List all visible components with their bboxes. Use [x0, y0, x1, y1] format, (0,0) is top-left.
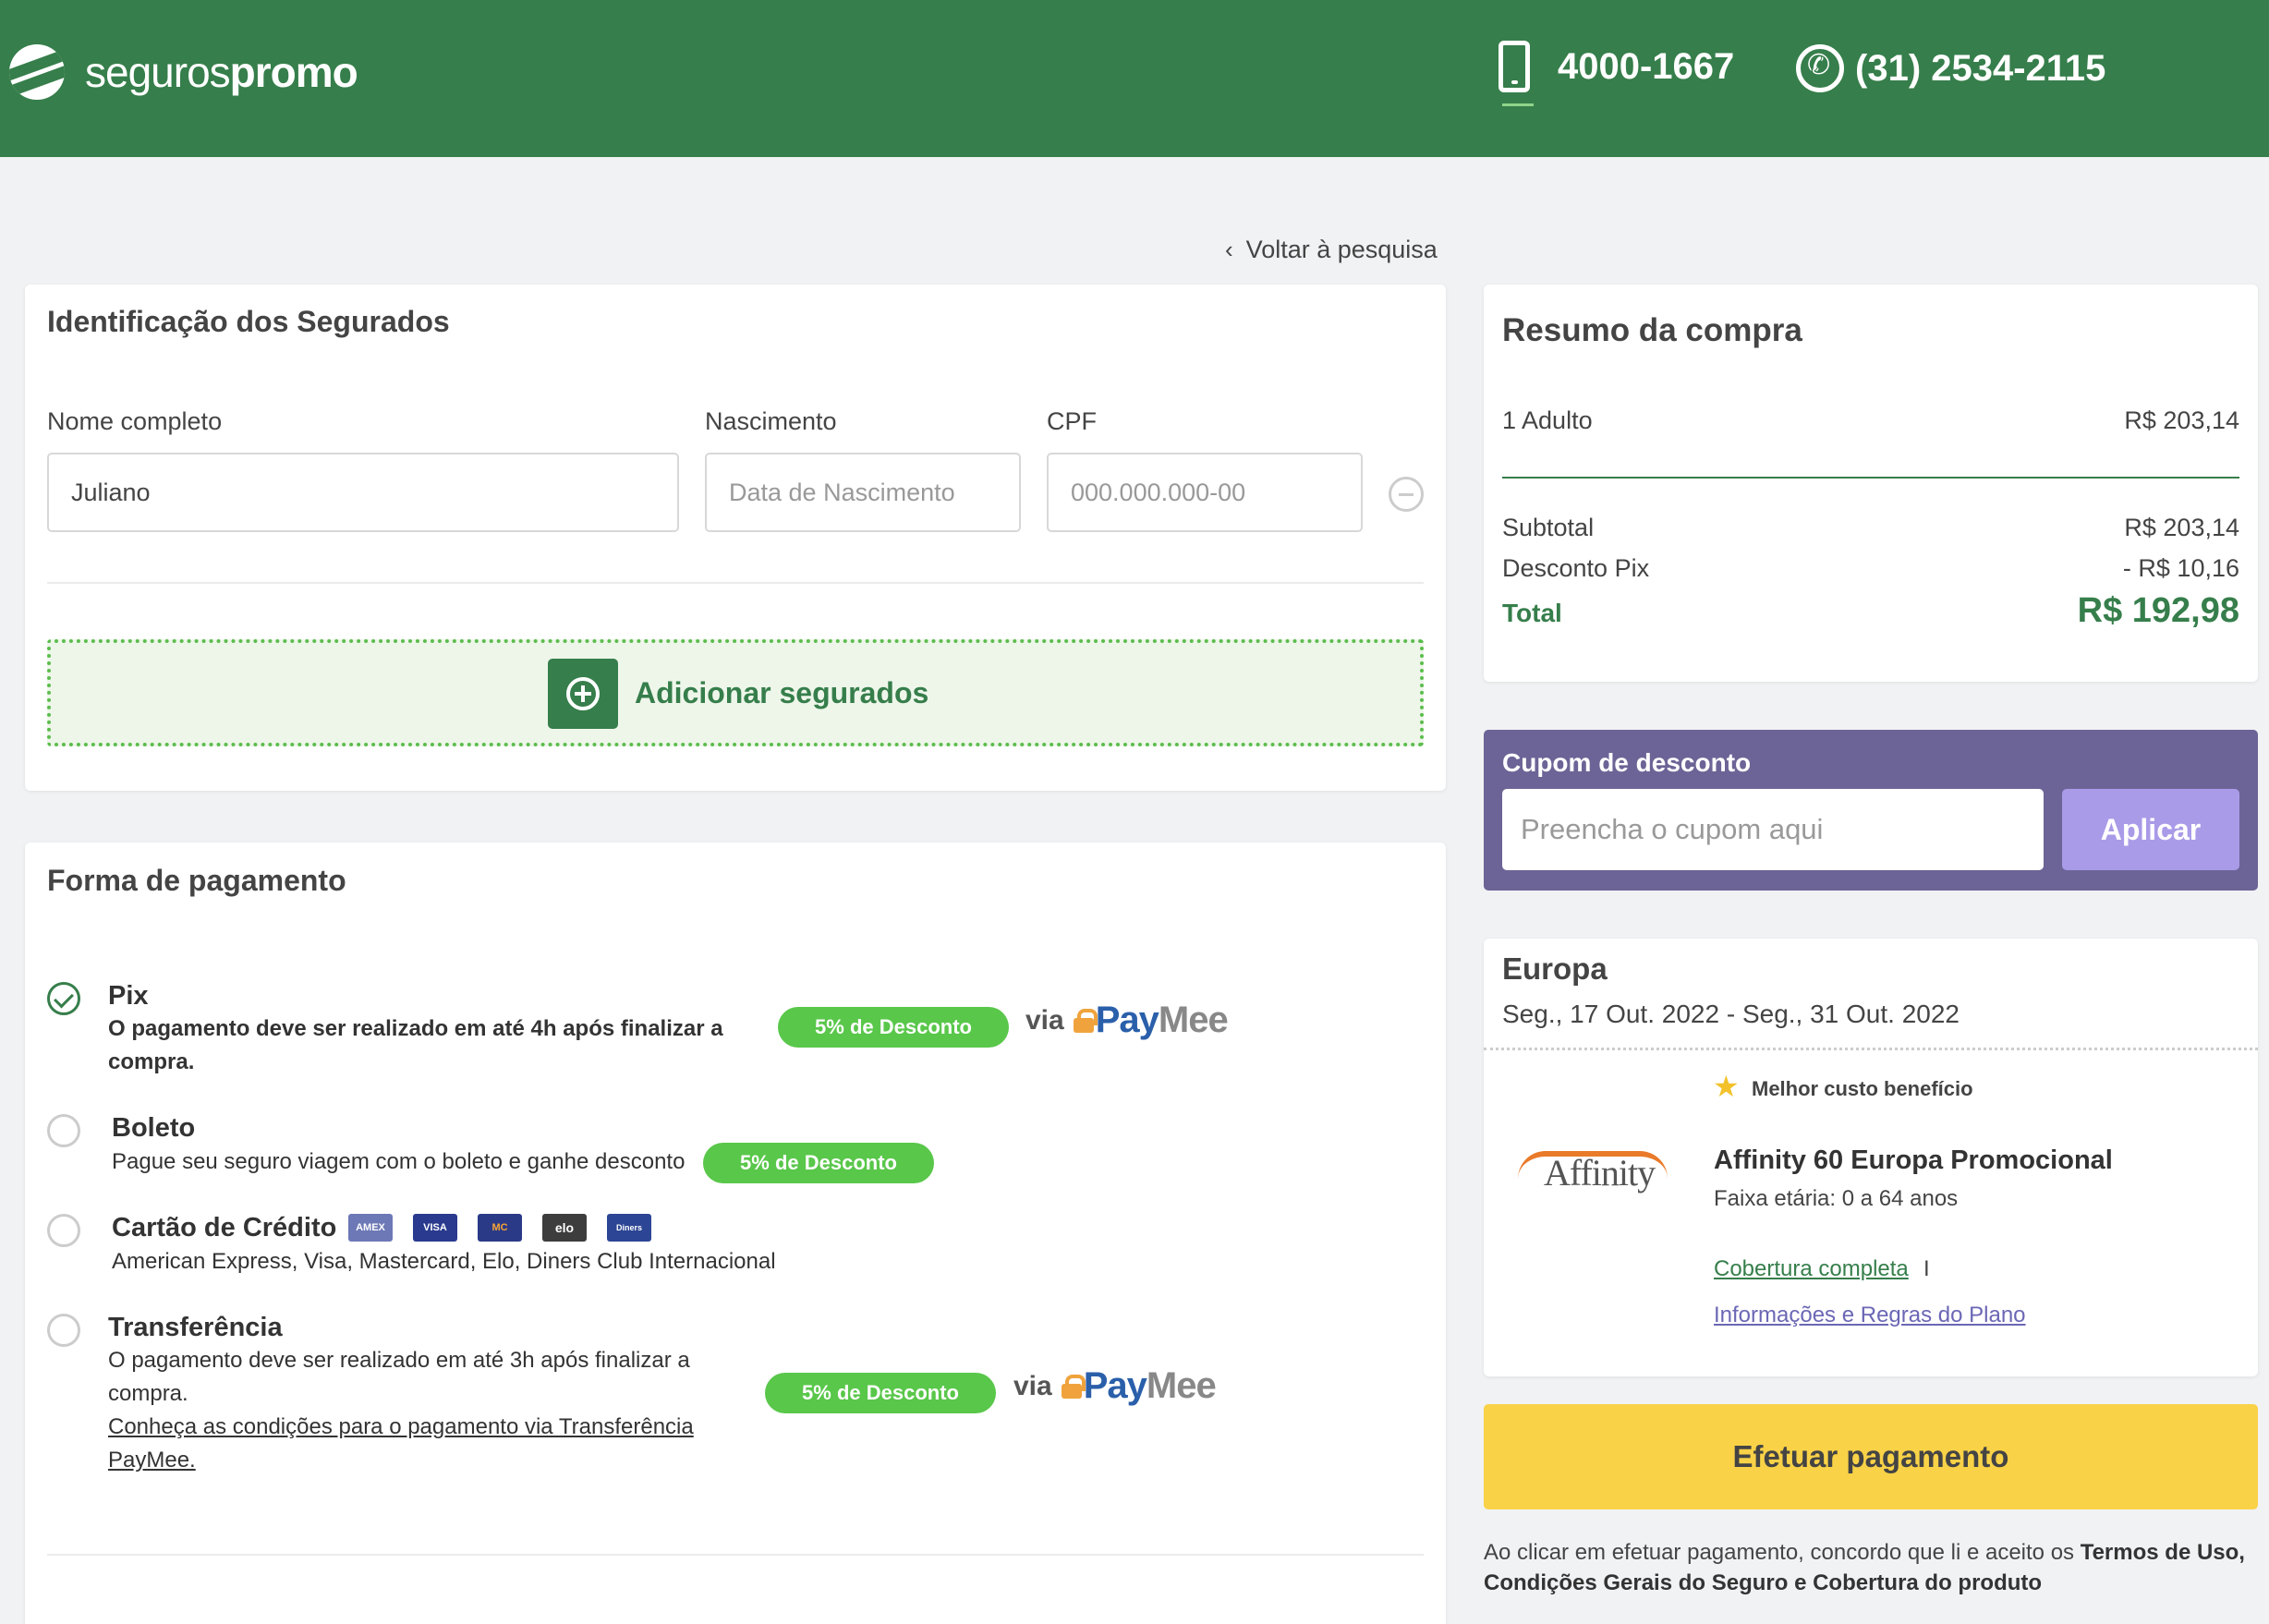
transfer-conditions-link-2[interactable]: PayMee.	[108, 1444, 196, 1477]
name-input[interactable]: Juliano	[47, 453, 679, 532]
insurer-logo: Affinity	[1518, 1144, 1668, 1194]
paymee-wordmark: PayMee	[1095, 1000, 1229, 1040]
mastercard-icon: MC	[478, 1214, 522, 1242]
adult-value: R$ 203,14	[2124, 406, 2239, 434]
top-header: segurospromo 4000-1667 (31) 2534-2115	[0, 0, 2269, 157]
phone-contact[interactable]: 4000-1667	[1499, 41, 1734, 92]
phone-underline	[1502, 103, 1534, 106]
summary-title: Resumo da compra	[1502, 312, 1802, 348]
via-label: via	[1025, 1004, 1064, 1036]
add-insured-button[interactable]: Adicionar segurados	[47, 639, 1424, 746]
best-value-label: Melhor custo benefício	[1752, 1077, 1973, 1100]
amex-icon: AMEX	[348, 1214, 393, 1242]
plan-age-range: Faixa etária: 0 a 64 anos	[1714, 1186, 1959, 1211]
boleto-desc: Pague seu seguro viagem com o boleto e g…	[112, 1149, 686, 1174]
insurer-logo-text: Affinity	[1544, 1152, 1656, 1194]
boleto-discount-badge: 5% de Desconto	[703, 1143, 934, 1183]
cpf-input[interactable]: 000.000.000-00	[1047, 453, 1363, 532]
summary-line	[1502, 477, 2239, 479]
apply-coupon-button[interactable]: Aplicar	[2062, 789, 2239, 870]
add-circle-icon	[548, 659, 618, 729]
lock-icon	[1061, 1374, 1086, 1399]
phone-icon	[1499, 41, 1530, 92]
subtotal-label: Subtotal	[1502, 514, 1595, 541]
site-logo[interactable]: segurospromo	[9, 44, 358, 100]
lock-icon	[1073, 1008, 1098, 1033]
insured-divider	[47, 582, 1424, 584]
transfer-desc-line2: compra.	[108, 1381, 188, 1406]
total-label: Total	[1502, 599, 1562, 627]
cpf-label: CPF	[1047, 407, 1097, 435]
discount-label: Desconto Pix	[1502, 554, 1650, 582]
plan-divider	[1484, 1048, 2258, 1050]
boleto-title: Boleto	[112, 1113, 196, 1143]
chevron-left-icon: ‹	[1225, 236, 1233, 263]
pay-button[interactable]: Efetuar pagamento	[1484, 1404, 2258, 1509]
subtotal-value: R$ 203,14	[2124, 514, 2239, 541]
pix-desc-line1: O pagamento deve ser realizado em até 4h…	[108, 1016, 723, 1041]
credit-card-title: Cartão de Crédito	[112, 1213, 337, 1242]
radio-boleto[interactable]	[47, 1114, 80, 1147]
plan-name: Affinity 60 Europa Promocional	[1714, 1145, 2113, 1175]
add-insured-label: Adicionar segurados	[635, 676, 929, 709]
pix-paymee-logo: via PayMee	[1025, 1000, 1229, 1041]
coupon-box: Cupom de desconto Preencha o cupom aqui …	[1484, 730, 2258, 891]
adult-label: 1 Adulto	[1502, 406, 1593, 434]
terms-prefix: Ao clicar em efetuar pagamento, concordo…	[1484, 1540, 2081, 1565]
back-label: Voltar à pesquisa	[1245, 236, 1438, 263]
elo-icon: elo	[542, 1214, 587, 1242]
back-to-search-link[interactable]: ‹ Voltar à pesquisa	[1225, 236, 1438, 264]
whatsapp-contact[interactable]: (31) 2534-2115	[1796, 44, 2105, 92]
destination: Europa	[1502, 951, 1608, 986]
logo-mark-icon	[9, 44, 65, 100]
coupon-input[interactable]: Preencha o cupom aqui	[1502, 789, 2044, 870]
radio-pix[interactable]	[47, 982, 80, 1015]
whatsapp-number: (31) 2534-2115	[1855, 47, 2106, 89]
insured-title: Identificação dos Segurados	[47, 305, 450, 338]
coverage-link[interactable]: Cobertura completa	[1714, 1256, 1909, 1282]
visa-icon: VISA	[413, 1214, 457, 1242]
pix-desc-line2: compra.	[108, 1049, 195, 1074]
remove-insured-icon[interactable]	[1389, 477, 1424, 512]
total-value: R$ 192,98	[2077, 591, 2239, 630]
payment-divider	[47, 1554, 1424, 1556]
transfer-conditions-link[interactable]: Conheça as condições para o pagamento vi…	[108, 1411, 694, 1444]
trip-dates: Seg., 17 Out. 2022 - Seg., 31 Out. 2022	[1502, 1000, 1960, 1028]
radio-transfer[interactable]	[47, 1314, 80, 1347]
transfer-desc-line1: O pagamento deve ser realizado em até 3h…	[108, 1348, 690, 1373]
via-label: via	[1013, 1370, 1052, 1401]
paymee-wordmark: PayMee	[1083, 1365, 1217, 1406]
name-label: Nome completo	[47, 407, 223, 435]
star-icon: ★	[1713, 1070, 1740, 1103]
plan-rules-link[interactable]: Informações e Regras do Plano	[1714, 1303, 2026, 1328]
radio-credit-card[interactable]	[47, 1214, 80, 1247]
coupon-title: Cupom de desconto	[1502, 748, 1752, 777]
transfer-paymee-logo: via PayMee	[1013, 1365, 1217, 1407]
terms-text: Ao clicar em efetuar pagamento, concordo…	[1484, 1537, 2262, 1598]
birth-label: Nascimento	[705, 407, 837, 435]
link-separator: I	[1923, 1256, 1930, 1281]
pix-discount-badge: 5% de Desconto	[778, 1007, 1009, 1048]
phone-number: 4000-1667	[1558, 45, 1735, 87]
transfer-title: Transferência	[108, 1313, 283, 1342]
payment-title: Forma de pagamento	[47, 864, 346, 897]
discount-value: - R$ 10,16	[2122, 554, 2239, 582]
credit-card-desc: American Express, Visa, Mastercard, Elo,…	[112, 1249, 776, 1274]
logo-text: segurospromo	[85, 48, 358, 96]
whatsapp-icon	[1796, 44, 1844, 92]
diners-icon: Diners	[607, 1214, 651, 1242]
pix-title: Pix	[108, 981, 149, 1011]
transfer-discount-badge: 5% de Desconto	[765, 1373, 996, 1413]
birth-date-input[interactable]: Data de Nascimento	[705, 453, 1021, 532]
